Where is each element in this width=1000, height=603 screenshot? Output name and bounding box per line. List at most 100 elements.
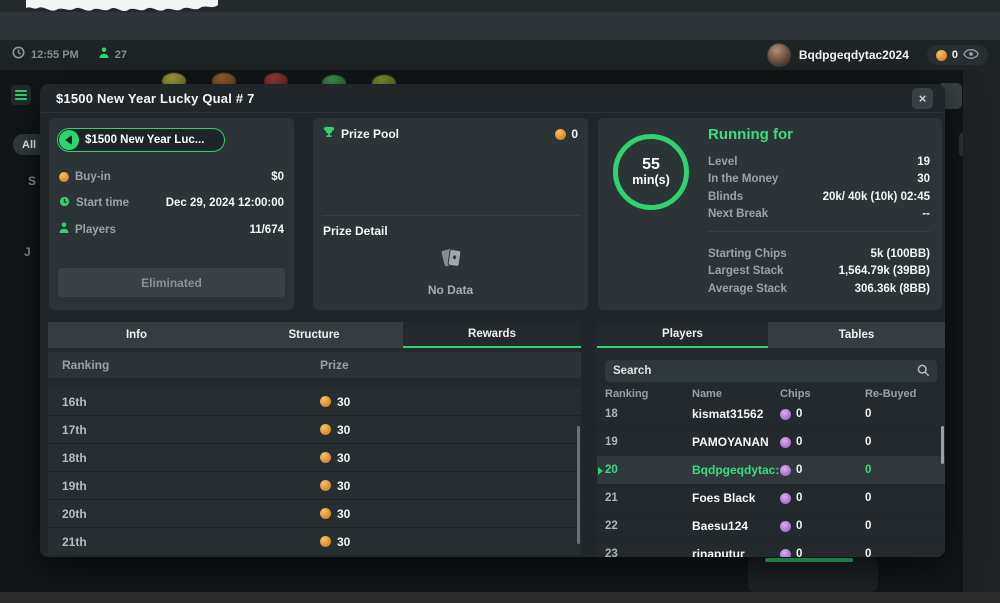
filter-all-label: All: [22, 139, 36, 151]
menu-button[interactable]: [11, 85, 31, 105]
eliminated-button[interactable]: Eliminated: [58, 268, 285, 297]
status-row: Level19: [708, 153, 930, 171]
prize-pool-label: Prize Pool: [341, 127, 399, 141]
divider: [322, 215, 579, 216]
player-row[interactable]: 21 Foes Black 0 0: [597, 484, 945, 513]
prize-detail-label: Prize Detail: [323, 224, 388, 238]
reward-row[interactable]: 17th 30: [48, 416, 581, 444]
username: Bqdpgeqdytac2024: [799, 48, 909, 62]
player-row[interactable]: 23 rinaputur 0 0: [597, 540, 945, 557]
scrollbar[interactable]: [941, 426, 944, 464]
prize-pool-value: 0: [571, 127, 578, 141]
background-button-accent: [765, 558, 853, 562]
players-value: 11/674: [249, 224, 284, 236]
status-row: Starting Chips5k (100BB): [708, 245, 930, 263]
coin-icon: [59, 172, 69, 182]
rewards-table: Ranking Prize 16th 30 17th 30 18th 30 19…: [48, 348, 581, 557]
status-panel: 55 min(s) Running for Level19 In the Mon…: [598, 118, 942, 310]
tournament-modal: $1500 New Year Lucky Qual # 7 × $1500 Ne…: [40, 84, 945, 557]
timer-value: 55: [642, 157, 660, 174]
reward-row[interactable]: 20th 30: [48, 500, 581, 528]
search-icon: [917, 364, 930, 382]
side-tab-bar: Players Tables: [597, 322, 945, 348]
online-players-icon: [99, 46, 109, 64]
chip-icon: [780, 437, 791, 448]
tab-rewards[interactable]: Rewards: [403, 322, 581, 348]
empty-cards-icon: [313, 246, 588, 272]
buyin-row: Buy-in $0: [59, 169, 284, 185]
rewards-table-header: Ranking Prize: [48, 352, 581, 378]
players-row: Players 11/674: [59, 222, 284, 238]
player-search-box[interactable]: [605, 360, 937, 382]
status-row: In the Money30: [708, 171, 930, 189]
balance-value: 0: [952, 49, 958, 61]
player-row[interactable]: 18 kismat31562 0 0: [597, 400, 945, 429]
reward-row[interactable]: 19th 30: [48, 472, 581, 500]
eye-icon[interactable]: [963, 46, 979, 64]
player-row-current-user[interactable]: 20 Bqdpgeqdytac: 0 0: [597, 456, 945, 485]
start-time-label: Start time: [76, 197, 129, 209]
search-input[interactable]: [605, 360, 905, 382]
coin-icon: [320, 424, 331, 435]
coin-icon: [320, 452, 331, 463]
account-group: Bqdpgeqdytac2024 0: [767, 43, 988, 67]
prize-pool-header: Prize Pool 0: [323, 126, 578, 142]
tournament-token-icon: [59, 130, 79, 150]
chip-icon: [780, 493, 791, 504]
player-row[interactable]: 22 Baesu124 0 0: [597, 512, 945, 541]
reward-row[interactable]: 16th 30: [48, 388, 581, 416]
status-bar: 12:55 PM 27 Bqdpgeqdytac2024 0: [0, 40, 1000, 70]
divider: [708, 231, 930, 232]
reward-row[interactable]: 21th 30: [48, 528, 581, 556]
coin-icon: [320, 480, 331, 491]
buyin-label: Buy-in: [75, 171, 111, 183]
timer-unit: min(s): [632, 174, 670, 187]
tournament-info-panel: $1500 New Year Luc... Buy-in $0 Start ti…: [49, 118, 294, 310]
status-row: Average Stack306.36k (8BB): [708, 280, 930, 298]
reward-row[interactable]: 18th 30: [48, 444, 581, 472]
running-timer-ring: 55 min(s): [613, 134, 689, 210]
status-rows: Level19 In the Money30 Blinds20k/ 40k (1…: [708, 153, 930, 223]
close-icon: ×: [919, 91, 927, 106]
tab-structure[interactable]: Structure: [225, 322, 403, 348]
prize-pool-amount: 0: [555, 127, 578, 141]
trophy-icon: [323, 125, 335, 144]
players-label: Players: [75, 224, 116, 236]
tab-players[interactable]: Players: [597, 322, 768, 348]
clock-icon: [59, 194, 70, 212]
chip-icon: [780, 465, 791, 476]
coin-icon: [555, 129, 566, 140]
tournament-name-pill[interactable]: $1500 New Year Luc...: [57, 128, 225, 152]
coin-icon: [320, 396, 331, 407]
close-button[interactable]: ×: [912, 88, 933, 109]
scrollbar[interactable]: [577, 426, 580, 544]
player-row[interactable]: 19 PAMOYANAN 0 0: [597, 428, 945, 457]
browser-toolbar: [0, 12, 1000, 40]
avatar[interactable]: [767, 43, 791, 67]
status-row: Largest Stack1,564.79k (39BB): [708, 263, 930, 281]
poker-app-screen: 12:55 PM 27 Bqdpgeqdytac2024 0 All S J: [0, 0, 1000, 603]
status-left-group: 12:55 PM 27: [12, 46, 127, 64]
players-icon: [59, 221, 69, 239]
prize-header: Prize: [320, 358, 349, 372]
tab-info[interactable]: Info: [48, 322, 225, 348]
modal-header: $1500 New Year Lucky Qual # 7: [40, 84, 945, 113]
background-partial-text: J: [24, 245, 31, 259]
background-button: [748, 557, 878, 592]
no-data-label: No Data: [313, 283, 588, 297]
screenshot-right-edge: [963, 70, 1000, 592]
current-time: 12:55 PM: [31, 49, 79, 61]
prize-pool-panel: Prize Pool 0 Prize Detail No Data: [313, 118, 588, 310]
chip-icon: [780, 409, 791, 420]
info-tab-bar: Info Structure Rewards: [48, 322, 581, 348]
clock-icon: [12, 46, 25, 64]
tab-tables[interactable]: Tables: [768, 322, 945, 348]
chip-icon: [780, 521, 791, 532]
balance-widget[interactable]: 0: [927, 45, 988, 65]
tournament-name: $1500 New Year Luc...: [79, 134, 204, 146]
buyin-value: $0: [271, 171, 284, 183]
status-row: Blinds20k/ 40k (10k) 02:45: [708, 188, 930, 206]
start-time-row: Start time Dec 29, 2024 12:00:00: [59, 195, 284, 211]
background-partial-text: S: [28, 174, 36, 188]
ranking-header: Ranking: [62, 358, 109, 372]
